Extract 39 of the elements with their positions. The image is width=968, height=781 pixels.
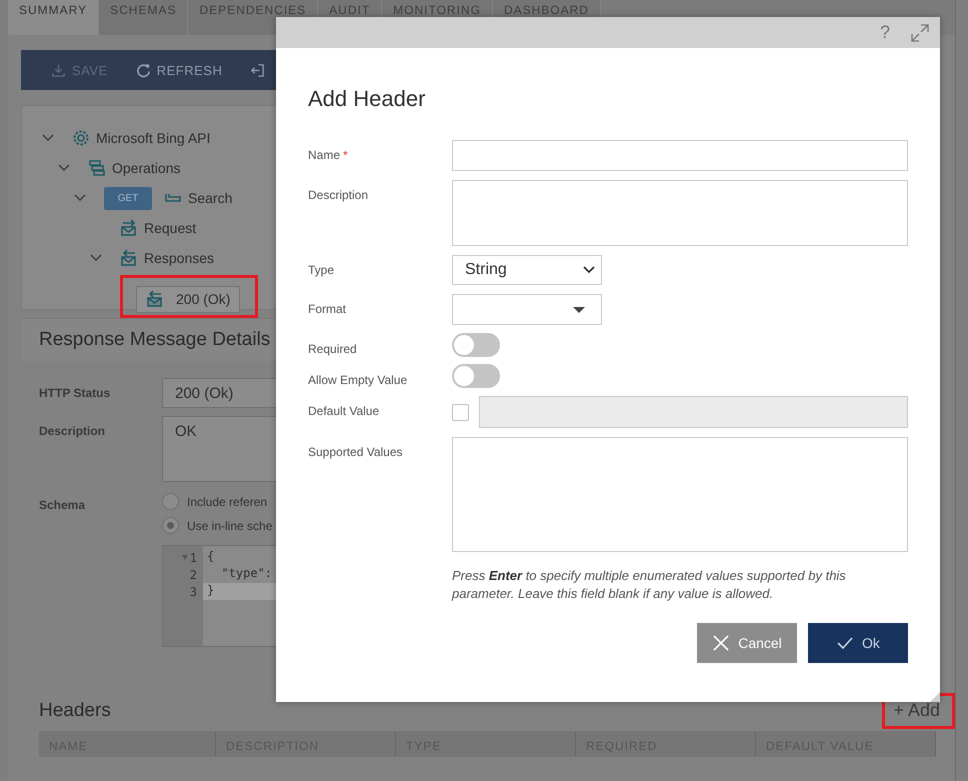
code-editor[interactable]: 1 2 3 { "type": } — [162, 545, 278, 647]
code-line: { — [206, 549, 216, 565]
field-label: Schema — [39, 497, 86, 514]
cancel-button[interactable]: Cancel — [697, 623, 797, 663]
panel-title: Response Message Details — [39, 329, 270, 351]
field-label: Supported Values — [308, 444, 404, 461]
line-number: 3 — [190, 584, 197, 598]
field-label: Type — [308, 262, 336, 279]
tab[interactable]: SCHEMAS — [99, 0, 188, 35]
type-select[interactable]: String — [452, 255, 602, 285]
ok-button[interactable]: Ok — [808, 623, 908, 663]
code-line: "type": — [220, 566, 274, 582]
field-label: Description — [39, 423, 106, 440]
radio-option[interactable]: Include referen — [162, 493, 272, 510]
radio-option[interactable]: Use in-line sche — [162, 517, 272, 534]
line-number: 2 — [190, 568, 197, 582]
help-button[interactable]: ? — [880, 22, 890, 43]
refresh-button[interactable]: REFRESH — [136, 62, 222, 78]
tree-item[interactable]: Microsoft Bing API — [96, 130, 210, 146]
dialog-title: Add Header — [308, 86, 426, 112]
field-label: Description — [308, 187, 370, 204]
hint-text: Press Enter to specify multiple enumerated values supported by this parameter. Leave this field blank if any value is allowed. — [452, 567, 847, 603]
field-label: Name — [308, 148, 340, 162]
tree-item[interactable]: Search — [188, 190, 232, 206]
field-label: Format — [308, 301, 348, 318]
section-title: Headers — [39, 700, 111, 722]
tree-item[interactable]: 200 (Ok) — [136, 286, 240, 312]
field-label: Allow Empty Value — [308, 372, 408, 387]
add-button[interactable]: + Add — [893, 700, 940, 721]
tree-item[interactable]: Request — [144, 220, 196, 236]
method-badge[interactable]: GET — [104, 186, 152, 210]
tree-item[interactable]: Responses — [144, 250, 214, 266]
field-label: Required — [308, 341, 358, 356]
line-number: 1 — [190, 550, 197, 564]
tree-item[interactable]: Operations — [112, 160, 180, 176]
field-label: HTTP Status — [39, 385, 112, 402]
tab[interactable]: SUMMARY — [8, 0, 100, 35]
field-label: Default Value — [308, 403, 380, 420]
required-mark: * — [343, 148, 348, 162]
